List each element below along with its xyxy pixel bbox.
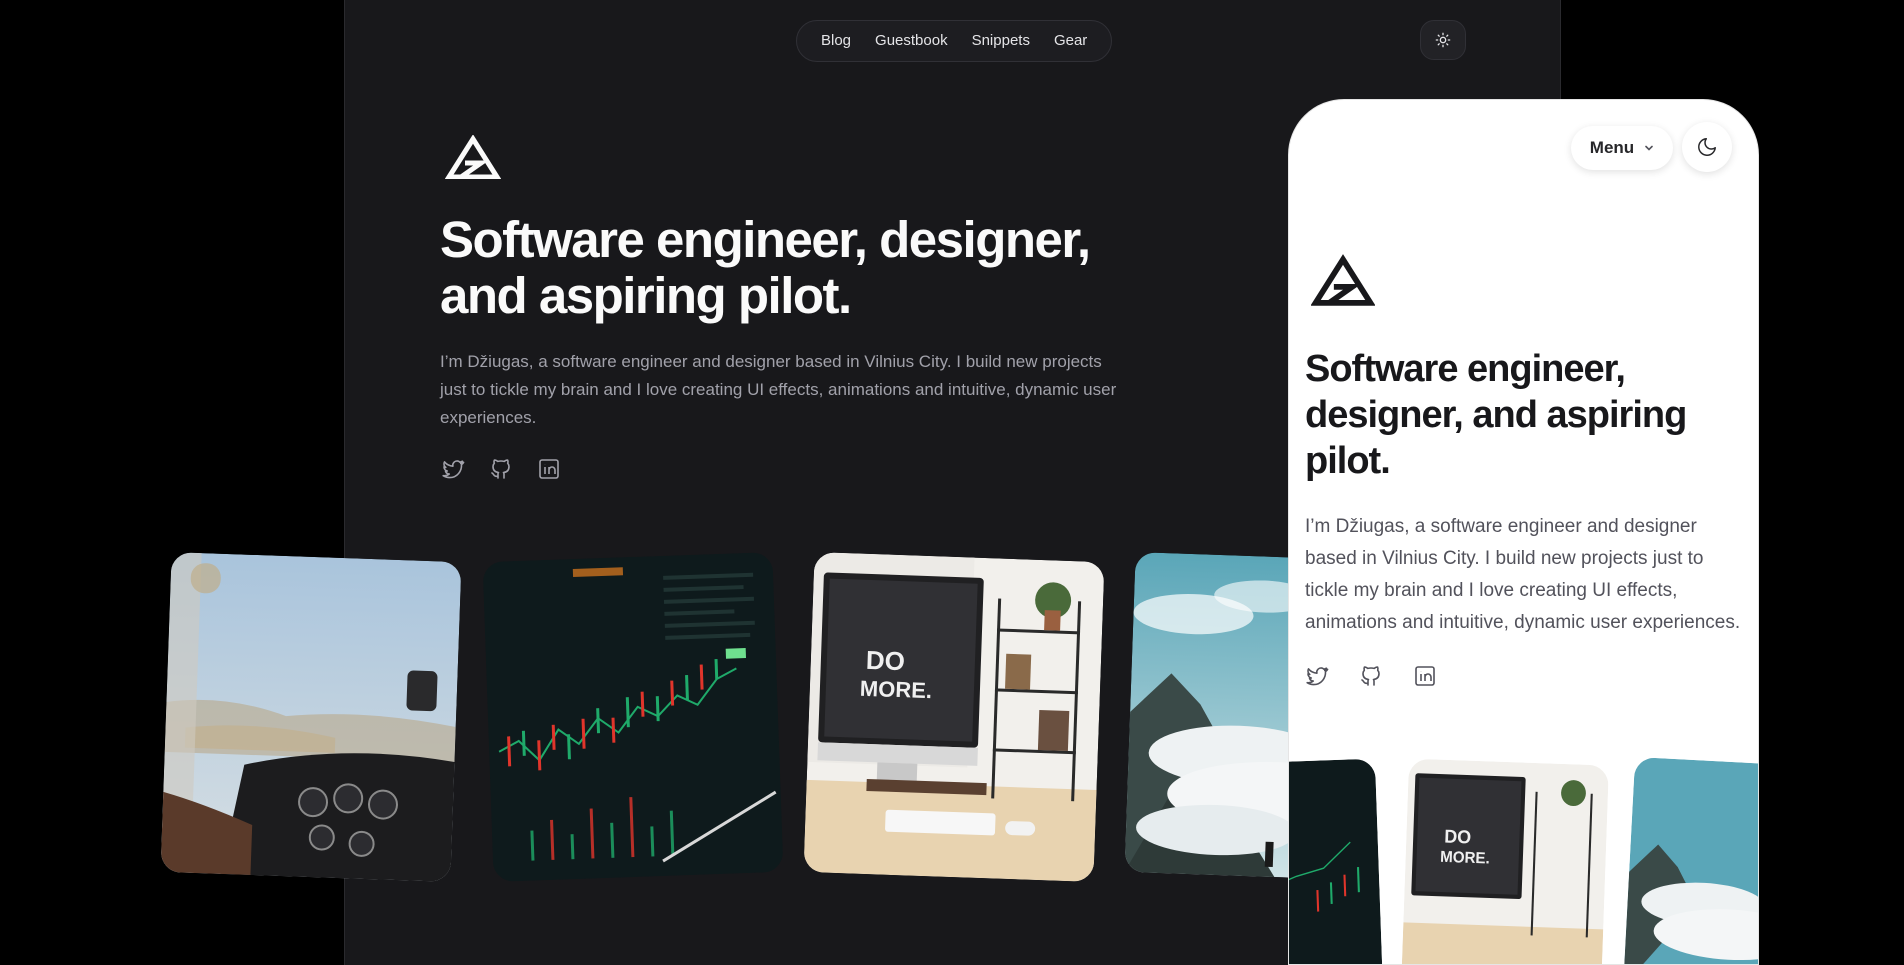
nav-gear[interactable]: Gear	[1042, 20, 1099, 62]
nav-blog[interactable]: Blog	[809, 20, 863, 62]
mobile-social-links	[1305, 664, 1437, 688]
theme-toggle-mobile[interactable]	[1682, 122, 1732, 172]
mobile-page-title: Software engineer, designer, and aspirin…	[1305, 348, 1687, 482]
nav-guestbook[interactable]: Guestbook	[863, 20, 960, 62]
linkedin-icon[interactable]	[537, 457, 561, 481]
svg-text:DO: DO	[865, 645, 905, 676]
github-icon[interactable]	[1359, 664, 1383, 688]
page-title: Software engineer, designer, and aspirin…	[440, 211, 1091, 324]
moon-icon	[1698, 138, 1716, 156]
linkedin-icon[interactable]	[1413, 664, 1437, 688]
social-links	[441, 457, 561, 481]
main-nav: Blog Guestbook Snippets Gear	[796, 20, 1113, 62]
photo-do-more-desk: DO MORE.	[803, 552, 1105, 882]
twitter-icon[interactable]	[1305, 664, 1329, 688]
chevron-down-icon	[1645, 145, 1653, 151]
sun-icon	[1435, 32, 1451, 48]
mobile-preview: Menu Software engineer, designer, and as…	[1288, 99, 1759, 965]
photo-stock-chart	[482, 552, 784, 882]
photo-cockpit	[160, 552, 462, 882]
svg-text:MORE.: MORE.	[860, 676, 933, 704]
intro-text: I’m Džiugas, a software engineer and des…	[440, 352, 1117, 427]
site-logo[interactable]	[445, 135, 501, 179]
mobile-intro-text: I’m Džiugas, a software engineer and des…	[1305, 516, 1741, 633]
github-icon[interactable]	[489, 457, 513, 481]
mobile-photo-stock-chart	[1289, 758, 1383, 964]
svg-text:MORE.: MORE.	[1440, 849, 1490, 868]
twitter-icon[interactable]	[441, 457, 465, 481]
mobile-photo-mountain-clouds	[1623, 756, 1758, 964]
nav-snippets[interactable]: Snippets	[960, 20, 1042, 62]
svg-text:DO: DO	[1444, 825, 1472, 847]
theme-toggle-button[interactable]	[1420, 20, 1466, 60]
menu-label: Menu	[1589, 138, 1635, 157]
mobile-photo-do-more-desk: DO MORE.	[1401, 758, 1609, 964]
menu-button[interactable]: Menu	[1571, 126, 1673, 170]
mobile-site-logo[interactable]	[1311, 254, 1375, 306]
